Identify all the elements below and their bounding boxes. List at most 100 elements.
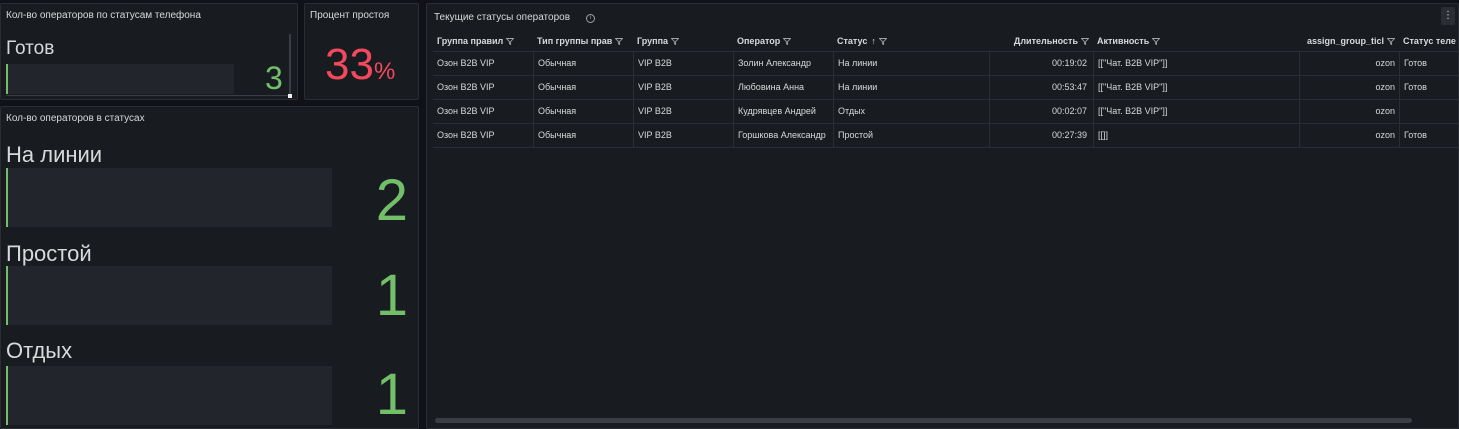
table-cell: ozon xyxy=(1299,76,1399,99)
table-cell: Обычная xyxy=(533,76,633,99)
phone-status-panel: Кол-во операторов по статусам телефона Г… xyxy=(0,3,298,100)
column-header[interactable]: Группа правил xyxy=(433,32,533,51)
table-cell: VIP B2B xyxy=(633,100,733,123)
status-value: 1 xyxy=(375,362,408,427)
table-cell: Озон B2B VIP xyxy=(437,130,495,140)
operators-table: Группа правил Тип группы прав Группа Операт… xyxy=(433,32,1458,148)
column-header-label: Тип группы прав xyxy=(537,36,613,46)
table-cell: 00:02:07 xyxy=(989,100,1093,123)
table-row[interactable]: Озон B2B VIP Обычная VIP B2B Горшкова Алекс… xyxy=(433,124,1458,148)
table-row[interactable]: Озон B2B VIP Обычная VIP B2B Золин Александ… xyxy=(433,52,1458,76)
filter-icon[interactable] xyxy=(615,38,624,45)
table-row[interactable]: Озон B2B VIP Обычная VIP B2B Кудрявцев Андр… xyxy=(433,100,1458,124)
table-cell: 00:19:02 xyxy=(989,52,1093,75)
table-cell: Кудрявцев Андрей xyxy=(733,100,833,123)
status-label: Отдых xyxy=(6,338,73,363)
status-bar xyxy=(6,266,332,325)
column-header[interactable]: Активность xyxy=(1093,32,1299,51)
column-header-label: Оператор xyxy=(737,36,781,46)
table-header-row: Группа правил Тип группы прав Группа Операт… xyxy=(433,32,1458,52)
vertical-scrollbar[interactable] xyxy=(289,34,291,95)
table-cell: На линии xyxy=(833,52,989,75)
table-cell: Озон B2B VIP xyxy=(437,82,495,92)
table-cell: На линии xyxy=(833,76,989,99)
table-cell: 00:53:47 xyxy=(989,76,1093,99)
table-cell: Обычная xyxy=(533,124,633,147)
filter-icon[interactable] xyxy=(878,38,887,45)
table-cell: Любовина Анна xyxy=(733,76,833,99)
table-cell: VIP B2B xyxy=(633,76,733,99)
idle-percent-value: 33% xyxy=(325,40,395,90)
table-row[interactable]: Озон B2B VIP Обычная VIP B2B Любовина Анна Н… xyxy=(433,76,1458,100)
table-cell: Горшкова Александр xyxy=(733,124,833,147)
table-cell: 00:27:39 xyxy=(989,124,1093,147)
panel-title: Кол-во операторов в статусах xyxy=(6,113,145,124)
table-cell: [["Чат. B2B VIP"]] xyxy=(1093,52,1299,75)
sort-ascending-icon[interactable]: ↑ xyxy=(871,36,876,46)
filter-icon[interactable] xyxy=(1081,38,1089,45)
column-header-label: Группа xyxy=(637,36,669,46)
table-cell: Обычная xyxy=(533,52,633,75)
table-cell: VIP B2B xyxy=(633,124,733,147)
table-cell: Озон B2B VIP xyxy=(437,106,495,116)
panel-title: Текущие статусы операторов xyxy=(434,12,571,23)
panel-menu-button[interactable]: ⋮ xyxy=(1441,7,1455,25)
filter-icon[interactable] xyxy=(671,38,680,45)
table-cell: Готов xyxy=(1399,52,1458,75)
status-label: На линии xyxy=(6,142,103,167)
column-header-label: Активность xyxy=(1097,36,1150,46)
table-cell: Простой xyxy=(833,124,989,147)
status-value: 3 xyxy=(265,60,283,96)
status-bar-edge xyxy=(6,366,8,425)
table-cell xyxy=(1399,100,1458,123)
column-header[interactable]: Длительность xyxy=(989,32,1093,51)
table-cell: Отдых xyxy=(833,100,989,123)
table-cell: Золин Александр xyxy=(733,52,833,75)
table-cell: [[]] xyxy=(1093,124,1299,147)
column-header-label: Статус xyxy=(837,36,868,46)
percent-number: 33 xyxy=(325,40,374,89)
column-header[interactable]: Оператор xyxy=(733,32,833,51)
operator-statuses-panel: Кол-во операторов в статусах На линии 2 … xyxy=(0,106,419,429)
table-cell: [["Чат. B2B VIP"]] xyxy=(1093,100,1299,123)
filter-icon[interactable] xyxy=(783,38,792,45)
column-header[interactable]: assign_group_ticl xyxy=(1299,32,1399,51)
table-cell: VIP B2B xyxy=(633,52,733,75)
idle-percent-panel: Процент простоя 33% xyxy=(304,3,419,100)
filter-icon[interactable] xyxy=(506,38,515,45)
column-header-label: Длительность xyxy=(1013,36,1078,46)
status-value: 1 xyxy=(375,263,408,328)
table-cell: ozon xyxy=(1299,124,1399,147)
status-bar-edge xyxy=(6,64,8,94)
panel-title: Процент простоя xyxy=(310,10,390,21)
resize-handle[interactable] xyxy=(288,94,292,98)
column-header[interactable]: Тип группы прав xyxy=(533,32,633,51)
column-header[interactable]: Группа xyxy=(633,32,733,51)
filter-icon[interactable] xyxy=(1152,38,1161,45)
horizontal-scrollbar[interactable] xyxy=(435,418,1412,423)
status-bar xyxy=(6,366,332,425)
status-bar xyxy=(6,168,332,227)
panel-title: Кол-во операторов по статусам телефона xyxy=(6,10,201,21)
column-header-label: Статус теле xyxy=(1403,36,1456,46)
status-label: Готов xyxy=(6,38,55,59)
table-cell: ozon xyxy=(1299,100,1399,123)
table-cell: Готов xyxy=(1399,124,1458,147)
table-cell: Обычная xyxy=(533,100,633,123)
status-bar xyxy=(6,64,234,94)
column-header-label: Группа правил xyxy=(437,36,504,46)
table-cell: [["Чат. B2B VIP"]] xyxy=(1093,76,1299,99)
horizontal-track xyxy=(6,95,289,96)
column-header-label: assign_group_ticl xyxy=(1306,36,1384,46)
column-header[interactable]: Статус ↑ xyxy=(833,32,989,51)
status-bar-edge xyxy=(6,266,8,325)
status-value: 2 xyxy=(375,168,408,233)
filter-icon[interactable] xyxy=(1387,38,1395,45)
operators-table-panel: Текущие статусы операторов i ⋮ Группа пр… xyxy=(426,3,1459,429)
percent-unit: % xyxy=(373,58,396,85)
table-cell: Готов xyxy=(1399,76,1458,99)
column-header[interactable]: Статус теле xyxy=(1399,32,1458,51)
info-icon[interactable]: i xyxy=(586,14,595,23)
status-bar-edge xyxy=(6,168,8,227)
table-cell: Озон B2B VIP xyxy=(437,58,495,68)
